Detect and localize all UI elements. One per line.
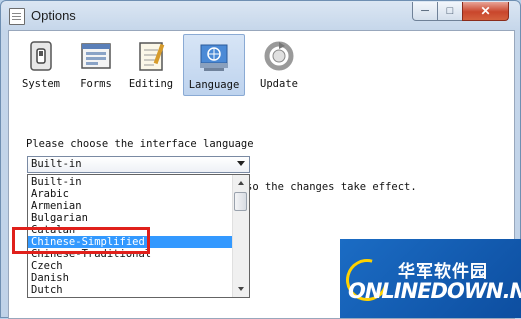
language-option[interactable]: Danish	[28, 272, 234, 284]
minimize-button[interactable]: ─	[412, 2, 438, 21]
language-option[interactable]: Dutch	[28, 284, 234, 296]
language-option[interactable]: Czech	[28, 260, 234, 272]
form-icon	[81, 43, 111, 69]
chevron-down-icon[interactable]	[237, 161, 245, 166]
minimize-icon: ─	[421, 5, 429, 17]
tab-forms[interactable]: Forms	[66, 34, 126, 94]
maximize-icon: □	[446, 5, 454, 17]
window-title: Options	[31, 8, 76, 23]
tab-label: Forms	[80, 78, 112, 90]
title-bar[interactable]: Options ─ □ ✕	[1, 1, 520, 31]
watermark-en-text: ONLINEDOWN.NET	[348, 279, 521, 303]
tab-label: Update	[260, 78, 298, 90]
dropdown-scrollbar[interactable]	[232, 175, 249, 297]
language-prompt: Please choose the interface language	[26, 138, 254, 150]
tab-label: Editing	[128, 78, 174, 90]
close-button[interactable]: ✕	[462, 2, 509, 21]
scroll-up-icon[interactable]	[233, 175, 249, 191]
tab-system[interactable]: System	[11, 34, 71, 94]
scrollbar-thumb[interactable]	[234, 192, 247, 211]
close-icon: ✕	[480, 4, 491, 18]
tab-label: System	[22, 78, 60, 90]
notepad-icon	[139, 42, 165, 71]
restart-note: so the changes take effect.	[246, 181, 417, 193]
switch-icon	[30, 41, 52, 71]
maximize-button[interactable]: □	[437, 2, 463, 21]
app-icon	[9, 8, 25, 25]
tab-label: Language	[188, 79, 240, 91]
tab-language[interactable]: Language	[183, 34, 245, 96]
watermark-logo: 华军软件园 ONLINEDOWN.NET	[340, 239, 521, 318]
language-option[interactable]: Built-in	[28, 176, 234, 188]
language-option[interactable]: Bulgarian	[28, 212, 234, 224]
scroll-down-icon[interactable]	[233, 281, 249, 297]
globe-flag-icon	[200, 44, 228, 71]
annotation-highlight	[12, 227, 150, 254]
language-select-value: Built-in	[31, 158, 82, 170]
language-select[interactable]: Built-in	[27, 156, 250, 173]
update-icon	[264, 41, 294, 71]
tab-editing[interactable]: Editing	[121, 34, 181, 94]
language-option[interactable]: Arabic	[28, 188, 234, 200]
tab-update[interactable]: Update	[249, 34, 309, 94]
language-option[interactable]: Armenian	[28, 200, 234, 212]
